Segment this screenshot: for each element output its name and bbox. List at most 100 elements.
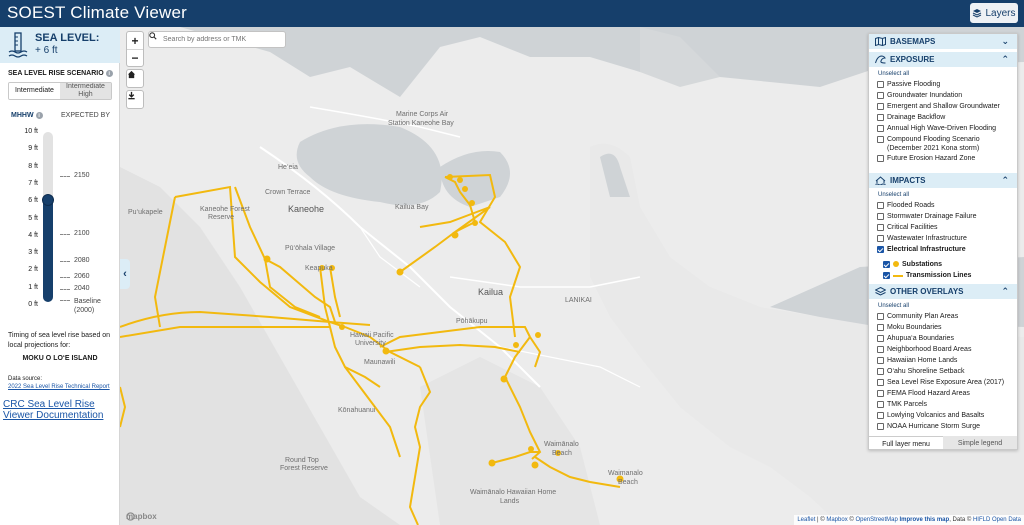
layer-checkbox[interactable] — [877, 114, 884, 121]
documentation-link[interactable]: CRC Sea Level Rise Viewer Documentation — [3, 399, 118, 421]
impacts-layer-item[interactable]: Flooded Roads — [877, 201, 1015, 210]
sea-level-slider-handle[interactable] — [42, 194, 54, 206]
info-icon[interactable]: i — [105, 70, 113, 77]
impacts-unselect-all[interactable]: Unselect all — [878, 192, 909, 198]
layer-checkbox[interactable] — [877, 357, 884, 364]
scenario-toggle: Intermediate Intermediate High — [8, 82, 112, 100]
impacts-layer-item[interactable]: Critical Facilities — [877, 223, 1015, 232]
exposure-layer-item[interactable]: Passive Flooding — [877, 80, 1015, 89]
layer-checkbox[interactable] — [877, 423, 884, 430]
feet-tick-label: 8 ft — [28, 162, 38, 170]
zoom-in-button[interactable]: + — [127, 32, 143, 49]
map-label: University — [355, 340, 386, 347]
search-box — [148, 31, 286, 48]
layer-checkbox[interactable] — [877, 324, 884, 331]
impacts-header[interactable]: IMPACTS ⌃ — [869, 173, 1017, 188]
exposure-layer-item[interactable]: Annual High Wave-Driven Flooding — [877, 124, 1015, 133]
impacts-layer-item[interactable]: Electrical Infrastructure — [877, 245, 1015, 254]
leaflet-link[interactable]: Leaflet — [797, 517, 815, 523]
layer-checkbox[interactable] — [877, 103, 884, 110]
year-tick — [60, 300, 70, 301]
layer-checkbox[interactable] — [877, 246, 884, 253]
feet-tick-label: 9 ft — [28, 145, 38, 153]
overlays-layer-item[interactable]: Community Plan Areas — [877, 312, 1015, 321]
overlays-header[interactable]: OTHER OVERLAYS ⌃ — [869, 284, 1017, 299]
layers-button[interactable]: Layers — [970, 3, 1018, 23]
tide-gauge-icon — [8, 32, 28, 58]
exposure-layer-item[interactable]: Emergent and Shallow Groundwater — [877, 102, 1015, 111]
info-icon[interactable]: i — [35, 112, 43, 119]
overlays-layer-item[interactable]: Moku Boundaries — [877, 323, 1015, 332]
layer-checkbox[interactable] — [877, 125, 884, 132]
map-label: Hawaii Pacific — [350, 332, 394, 339]
layer-checkbox[interactable] — [877, 81, 884, 88]
basemaps-header[interactable]: BASEMAPS ⌄ — [869, 34, 1017, 49]
transmission-lines-label: Transmission Lines — [906, 272, 972, 279]
exposure-layer-item[interactable]: Drainage Backflow — [877, 113, 1015, 122]
layer-checkbox[interactable] — [877, 136, 884, 143]
map-label: Beach — [618, 479, 638, 486]
overlays-layer-item[interactable]: Lowlying Volcanics and Basalts — [877, 411, 1015, 420]
osm-link[interactable]: OpenStreetMap — [855, 517, 897, 523]
tab-simple-legend[interactable]: Simple legend — [943, 436, 1017, 449]
layer-checkbox[interactable] — [877, 346, 884, 353]
exposure-layer-item[interactable]: Groundwater Inundation — [877, 91, 1015, 100]
layer-checkbox[interactable] — [877, 313, 884, 320]
exposure-layer-item[interactable]: Future Erosion Hazard Zone — [877, 154, 1015, 163]
overlays-layer-item[interactable]: O‘ahu Shoreline Setback — [877, 367, 1015, 376]
layer-checkbox[interactable] — [877, 335, 884, 342]
year-2060: 2060 — [74, 273, 90, 280]
layer-checkbox[interactable] — [877, 235, 884, 242]
layer-label: Compound Flooding Scenario (December 202… — [887, 136, 980, 152]
layer-label: Passive Flooding — [887, 81, 941, 88]
tab-full-layer-menu[interactable]: Full layer menu — [869, 436, 943, 449]
download-button[interactable] — [127, 91, 143, 108]
hifld-link[interactable]: HIFLD Open Data — [973, 517, 1021, 523]
overlays-layer-item[interactable]: Neighborhood Board Areas — [877, 345, 1015, 354]
overlays-layer-item[interactable]: Hawaiian Home Lands — [877, 356, 1015, 365]
layer-label: Drainage Backflow — [887, 114, 946, 121]
layer-checkbox[interactable] — [877, 155, 884, 162]
scenario-intermediate-high[interactable]: Intermediate High — [60, 83, 111, 99]
overlays-layer-item[interactable]: FEMA Flood Hazard Areas — [877, 389, 1015, 398]
home-button[interactable] — [127, 70, 143, 87]
overlays-layer-item[interactable]: NOAA Hurricane Storm Surge — [877, 422, 1015, 431]
overlays-layer-item[interactable]: Ahupua‘a Boundaries — [877, 334, 1015, 343]
layer-checkbox[interactable] — [877, 202, 884, 209]
map-label: Marine Corps Air — [396, 111, 449, 118]
layer-checkbox[interactable] — [877, 213, 884, 220]
collapse-panel-button[interactable]: ‹ — [120, 259, 130, 289]
layer-checkbox[interactable] — [877, 368, 884, 375]
sea-level-summary: SEA LEVEL: + 6 ft — [0, 27, 120, 63]
exposure-unselect-all[interactable]: Unselect all — [878, 71, 909, 77]
search-input[interactable] — [163, 36, 281, 43]
mapbox-link[interactable]: Mapbox — [826, 517, 847, 523]
layer-checkbox[interactable] — [877, 92, 884, 99]
overlays-unselect-all[interactable]: Unselect all — [878, 303, 909, 309]
mapbox-logo: mapbox — [126, 512, 157, 521]
layer-checkbox[interactable] — [877, 401, 884, 408]
layer-label: Critical Facilities — [887, 224, 938, 231]
scenario-intermediate[interactable]: Intermediate — [9, 83, 60, 99]
home-icon — [127, 70, 136, 79]
exposure-layer-item[interactable]: Compound Flooding Scenario (December 202… — [877, 135, 1015, 153]
substations-checkbox[interactable] — [883, 261, 890, 268]
legend-substations[interactable]: Substations — [883, 260, 1017, 269]
improve-map-link[interactable]: Improve this map — [900, 517, 950, 523]
transmission-lines-checkbox[interactable] — [883, 272, 890, 279]
zoom-out-button[interactable]: − — [127, 49, 143, 66]
impacts-layer-item[interactable]: Stormwater Drainage Failure — [877, 212, 1015, 221]
overlays-icon — [875, 287, 886, 296]
data-source-link[interactable]: 2022 Sea Level Rise Technical Report — [8, 384, 110, 390]
layer-checkbox[interactable] — [877, 412, 884, 419]
layer-checkbox[interactable] — [877, 379, 884, 386]
substations-label: Substations — [902, 261, 943, 268]
layer-checkbox[interactable] — [877, 224, 884, 231]
overlays-layer-item[interactable]: Sea Level Rise Exposure Area (2017) — [877, 378, 1015, 387]
legend-transmission-lines[interactable]: Transmission Lines — [883, 271, 1017, 280]
overlays-layer-item[interactable]: TMK Parcels — [877, 400, 1015, 409]
layer-checkbox[interactable] — [877, 390, 884, 397]
exposure-header[interactable]: EXPOSURE ⌃ — [869, 52, 1017, 67]
layer-label: Community Plan Areas — [887, 313, 959, 320]
impacts-layer-item[interactable]: Wastewater Infrastructure — [877, 234, 1015, 243]
